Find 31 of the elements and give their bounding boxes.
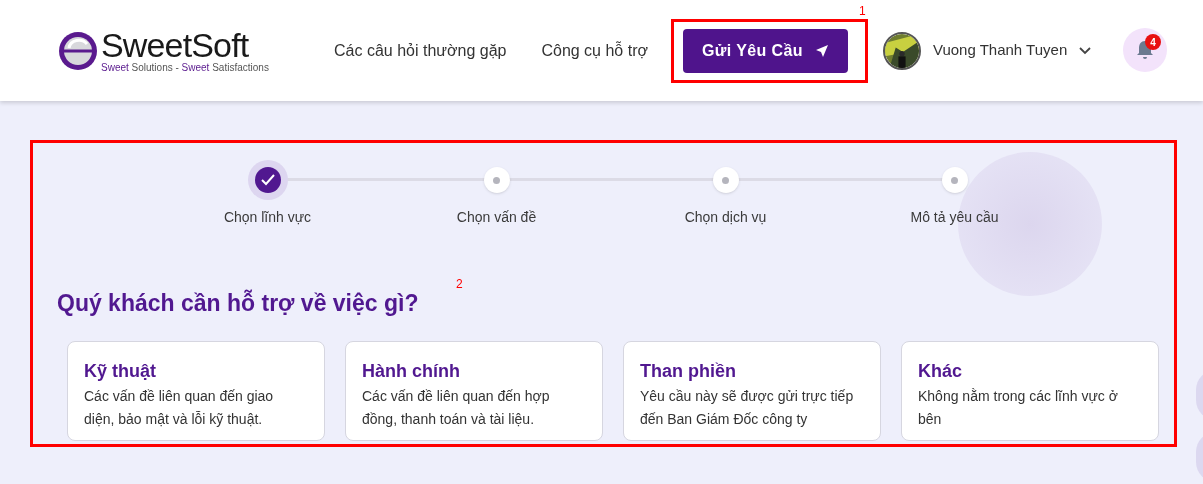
card-description: Các vấn đề liên quan đến giao diện, bảo mật và lỗi kỹ thuật. [84,386,275,429]
annotation-number: 2 [456,276,463,293]
step-label: Chọn lĩnh vực [223,208,312,227]
step-label: Mô tả yêu cầu [910,208,999,227]
notification-badge: 4 [1145,34,1161,50]
section-heading: Quý khách cần hỗ trợ về việc gì? [57,288,420,318]
logo-tagline: Sweet Solutions - Sweet Satisfactions [101,61,269,74]
send-icon [815,43,829,58]
chevron-down-icon[interactable] [1079,46,1092,55]
logo-icon [57,29,99,72]
card-title: Kỹ thuật [84,359,157,382]
category-card[interactable]: Than phiền Yêu cầu này sẽ được gửi trực tiếp đến Ban Giám Đốc công ty [623,340,881,441]
category-card[interactable]: Khác Không nằm trong các lĩnh vực ở bên [901,340,1159,441]
card-title: Hành chính [362,359,461,382]
notification-button[interactable]: 4 [1123,28,1167,72]
annotation-number: 1 [859,3,866,20]
request-button[interactable]: Gửi Yêu Cầu [682,28,848,73]
category-card[interactable]: Kỹ thuật Các vấn đề liên quan đến giao diện, bảo mật và lỗi kỹ thuật. [67,340,325,441]
user-name[interactable]: Vuong Thanh Tuyen [932,39,1068,62]
check-icon [260,174,275,186]
logo-wordmark: SweetSoft [101,27,249,62]
nav-link[interactable]: Các câu hỏi thường gặp [334,38,507,63]
nav-link[interactable]: Công cụ hỗ trợ [541,38,648,63]
card-title: Than phiền [640,359,737,382]
step-label: Chọn vấn đề [456,208,537,227]
card-title: Khác [918,359,963,382]
card-description: Các vấn đề liên quan đến hợp đồng, thanh toán và tài liệu. [362,386,551,429]
card-description: Yêu cầu này sẽ được gửi trực tiếp đến Ban Giám Đốc công ty [640,386,855,429]
step-label: Chọn dịch vụ [684,208,767,227]
card-description: Không nằm trong các lĩnh vực ở bên [918,386,1119,429]
category-card[interactable]: Hành chính Các vấn đề liên quan đến hợp đồng, thanh toán và tài liệu. [345,340,603,441]
